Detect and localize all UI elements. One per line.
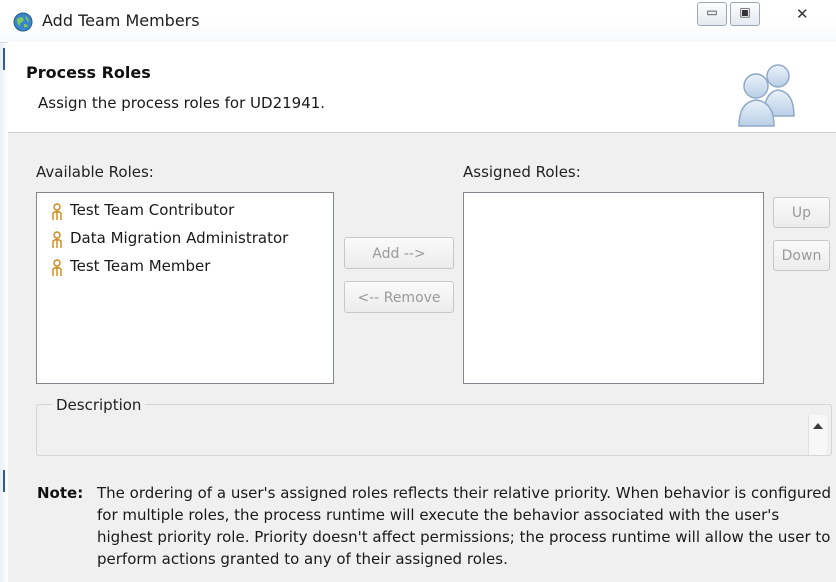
edge-marker <box>3 470 5 492</box>
scroll-up-arrow-icon[interactable] <box>813 423 823 429</box>
assigned-roles-list[interactable] <box>463 192 764 384</box>
minimize-icon: ▭ <box>706 5 718 19</box>
add-button[interactable]: Add --> <box>344 237 454 269</box>
available-roles-label: Available Roles: <box>36 163 154 181</box>
maximize-button[interactable]: ▣ <box>730 2 760 26</box>
maximize-icon: ▣ <box>739 5 751 19</box>
page-subtitle: Assign the process roles for UD21941. <box>38 94 326 112</box>
role-person-icon <box>52 231 62 248</box>
description-scrollbar[interactable] <box>808 415 827 455</box>
close-button[interactable]: ✕ <box>796 5 809 23</box>
description-label: Description <box>52 396 146 414</box>
available-roles-list[interactable]: Test Team Contributor Data Migration Adm… <box>36 192 334 384</box>
assigned-roles-label: Assigned Roles: <box>463 163 581 181</box>
edge-marker <box>3 48 5 70</box>
header-banner <box>8 42 836 133</box>
move-down-button[interactable]: Down <box>773 240 830 271</box>
remove-button[interactable]: <-- Remove <box>344 281 454 313</box>
note-text: The ordering of a user's assigned roles … <box>97 484 832 568</box>
globe-icon <box>13 12 33 32</box>
minimize-button[interactable]: ▭ <box>697 2 727 26</box>
note-label: Note: <box>37 484 84 502</box>
description-group <box>36 404 832 456</box>
window-title: Add Team Members <box>42 11 200 30</box>
role-label: Data Migration Administrator <box>70 229 289 247</box>
role-person-icon <box>52 203 62 220</box>
role-label: Test Team Contributor <box>70 201 235 219</box>
move-up-button[interactable]: Up <box>773 197 830 228</box>
window-left-edge <box>0 0 8 582</box>
page-title: Process Roles <box>26 63 151 82</box>
role-person-icon <box>52 259 62 276</box>
people-icon <box>738 64 795 127</box>
role-label: Test Team Member <box>70 257 211 275</box>
